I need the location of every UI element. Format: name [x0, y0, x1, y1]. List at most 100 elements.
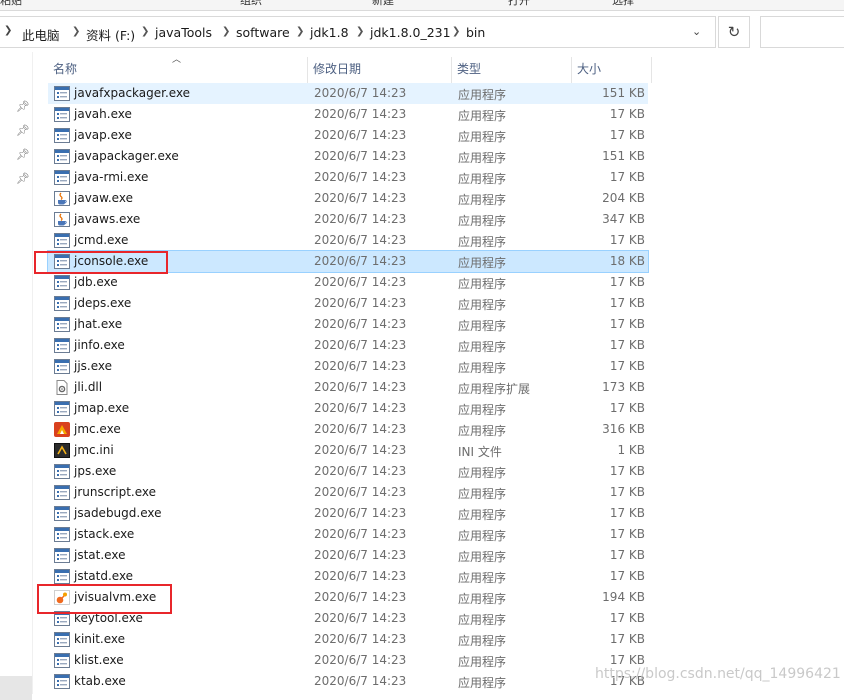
breadcrumb-jdk18[interactable]: jdk1.8	[310, 25, 349, 40]
file-date: 2020/6/7 14:23	[314, 506, 407, 520]
file-size: 17 KB	[609, 464, 645, 478]
ribbon-label-select[interactable]: 选择	[612, 0, 634, 8]
file-date: 2020/6/7 14:23	[314, 275, 407, 289]
file-row[interactable]: jps.exe 2020/6/7 14:23 应用程序 17 KB	[48, 461, 648, 482]
file-date: 2020/6/7 14:23	[314, 170, 407, 184]
file-type: 应用程序	[458, 508, 507, 522]
file-name: kinit.exe	[74, 632, 126, 646]
file-row[interactable]: javaw.exe 2020/6/7 14:23 应用程序 204 KB	[48, 188, 648, 209]
file-size: 17 KB	[609, 107, 645, 121]
file-date: 2020/6/7 14:23	[314, 254, 407, 268]
file-type: 应用程序	[458, 172, 507, 186]
file-row[interactable]: javapackager.exe 2020/6/7 14:23 应用程序 151 KB	[48, 146, 648, 167]
ribbon-label-paste[interactable]: 粘贴	[0, 0, 22, 8]
file-row[interactable]: java-rmi.exe 2020/6/7 14:23 应用程序 17 KB	[48, 167, 648, 188]
column-header-row: 名称 修改日期 类型 大小	[48, 57, 652, 83]
breadcrumb-bin[interactable]: bin	[466, 25, 485, 40]
pin-icon[interactable]: 📌︎	[16, 172, 30, 185]
chevron-down-icon[interactable]: ⌄	[692, 25, 701, 38]
file-row[interactable]: jli.dll 2020/6/7 14:23 应用程序扩展 173 KB	[48, 377, 648, 398]
file-type: 应用程序	[458, 529, 507, 543]
file-size: 17 KB	[609, 569, 645, 583]
file-name: klist.exe	[74, 653, 124, 667]
nav-selected-item[interactable]	[0, 676, 32, 700]
file-row[interactable]: jdb.exe 2020/6/7 14:23 应用程序 17 KB	[48, 272, 648, 293]
column-header-date[interactable]: 修改日期	[308, 57, 452, 83]
exe-window-icon	[54, 632, 70, 647]
search-input[interactable]	[760, 16, 844, 48]
file-row[interactable]: jmc.exe 2020/6/7 14:23 应用程序 316 KB	[48, 419, 648, 440]
column-header-name[interactable]: 名称	[48, 57, 308, 83]
file-row[interactable]: kinit.exe 2020/6/7 14:23 应用程序 17 KB	[48, 629, 648, 650]
file-size: 17 KB	[609, 128, 645, 142]
file-date: 2020/6/7 14:23	[314, 128, 407, 142]
chevron-right-icon[interactable]: ❯	[72, 26, 80, 37]
file-size: 316 KB	[602, 422, 645, 436]
file-type: 应用程序	[458, 361, 507, 375]
chevron-right-icon[interactable]: ❯	[452, 26, 460, 37]
file-row[interactable]: ktab.exe 2020/6/7 14:23 应用程序 17 KB	[48, 671, 648, 692]
breadcrumb-this-pc[interactable]: 此电脑	[22, 25, 60, 44]
file-row[interactable]: javap.exe 2020/6/7 14:23 应用程序 17 KB	[48, 125, 648, 146]
file-name: jps.exe	[74, 464, 117, 478]
exe-window-icon	[54, 128, 70, 143]
file-size: 1 KB	[617, 443, 645, 457]
file-row[interactable]: jmc.ini 2020/6/7 14:23 INI 文件 1 KB	[48, 440, 648, 461]
file-row[interactable]: jdeps.exe 2020/6/7 14:23 应用程序 17 KB	[48, 293, 648, 314]
file-size: 17 KB	[609, 653, 645, 667]
file-type: INI 文件	[458, 445, 502, 459]
refresh-button[interactable]: ↻	[718, 16, 750, 48]
file-date: 2020/6/7 14:23	[314, 674, 407, 688]
file-size: 17 KB	[609, 233, 645, 247]
file-type: 应用程序	[458, 235, 507, 249]
file-row[interactable]: jhat.exe 2020/6/7 14:23 应用程序 17 KB	[48, 314, 648, 335]
column-header-size[interactable]: 大小	[572, 57, 652, 83]
file-name: ktab.exe	[74, 674, 126, 688]
file-row[interactable]: klist.exe 2020/6/7 14:23 应用程序 17 KB	[48, 650, 648, 671]
breadcrumb-jdk-version[interactable]: jdk1.8.0_231	[370, 25, 451, 40]
file-size: 17 KB	[609, 485, 645, 499]
chevron-right-icon[interactable]: ❯	[141, 26, 149, 37]
file-row[interactable]: javaws.exe 2020/6/7 14:23 应用程序 347 KB	[48, 209, 648, 230]
jmc-app-icon	[54, 422, 70, 437]
ribbon-label-new[interactable]: 新建	[372, 0, 394, 8]
breadcrumb-software[interactable]: software	[236, 25, 290, 40]
file-row[interactable]: jmap.exe 2020/6/7 14:23 应用程序 17 KB	[48, 398, 648, 419]
exe-window-icon	[54, 359, 70, 374]
file-type: 应用程序	[458, 424, 507, 438]
file-row[interactable]: jrunscript.exe 2020/6/7 14:23 应用程序 17 KB	[48, 482, 648, 503]
column-header-type[interactable]: 类型	[452, 57, 572, 83]
file-type: 应用程序	[458, 466, 507, 480]
file-size: 17 KB	[609, 548, 645, 562]
file-row[interactable]: jstat.exe 2020/6/7 14:23 应用程序 17 KB	[48, 545, 648, 566]
file-date: 2020/6/7 14:23	[314, 359, 407, 373]
file-row[interactable]: jcmd.exe 2020/6/7 14:23 应用程序 17 KB	[48, 230, 648, 251]
annotation-box-jvisualvm	[37, 584, 172, 614]
file-type: 应用程序	[458, 676, 507, 690]
file-row[interactable]: jstack.exe 2020/6/7 14:23 应用程序 17 KB	[48, 524, 648, 545]
ribbon-label-organize[interactable]: 组织	[240, 0, 262, 8]
pin-icon[interactable]: 📌︎	[16, 100, 30, 113]
file-row[interactable]: jinfo.exe 2020/6/7 14:23 应用程序 17 KB	[48, 335, 648, 356]
breadcrumb-drive[interactable]: 资料 (F:)	[86, 25, 135, 44]
file-row[interactable]: jsadebugd.exe 2020/6/7 14:23 应用程序 17 KB	[48, 503, 648, 524]
file-type: 应用程序	[458, 256, 507, 270]
breadcrumb-javatools[interactable]: javaTools	[155, 25, 212, 40]
ini-settings-icon	[54, 443, 70, 458]
address-bar[interactable]: ❯ 此电脑 ❯ 资料 (F:) ❯ javaTools ❯ software ❯…	[0, 16, 716, 48]
file-row[interactable]: javah.exe 2020/6/7 14:23 应用程序 17 KB	[48, 104, 648, 125]
pin-icon[interactable]: 📌︎	[16, 148, 30, 161]
chevron-right-icon[interactable]: ❯	[222, 26, 230, 37]
exe-window-icon	[54, 296, 70, 311]
ribbon-label-open[interactable]: 打开	[508, 0, 530, 8]
chevron-right-icon[interactable]: ❯	[296, 26, 304, 37]
file-name: javaws.exe	[74, 212, 141, 226]
chevron-right-icon[interactable]: ❯	[356, 26, 364, 37]
file-row[interactable]: javafxpackager.exe 2020/6/7 14:23 应用程序 151 …	[48, 83, 648, 104]
pin-icon[interactable]: 📌︎	[16, 124, 30, 137]
file-name: javah.exe	[74, 107, 132, 121]
file-type: 应用程序	[458, 340, 507, 354]
file-type: 应用程序	[458, 214, 507, 228]
file-name: java-rmi.exe	[74, 170, 149, 184]
file-row[interactable]: jjs.exe 2020/6/7 14:23 应用程序 17 KB	[48, 356, 648, 377]
